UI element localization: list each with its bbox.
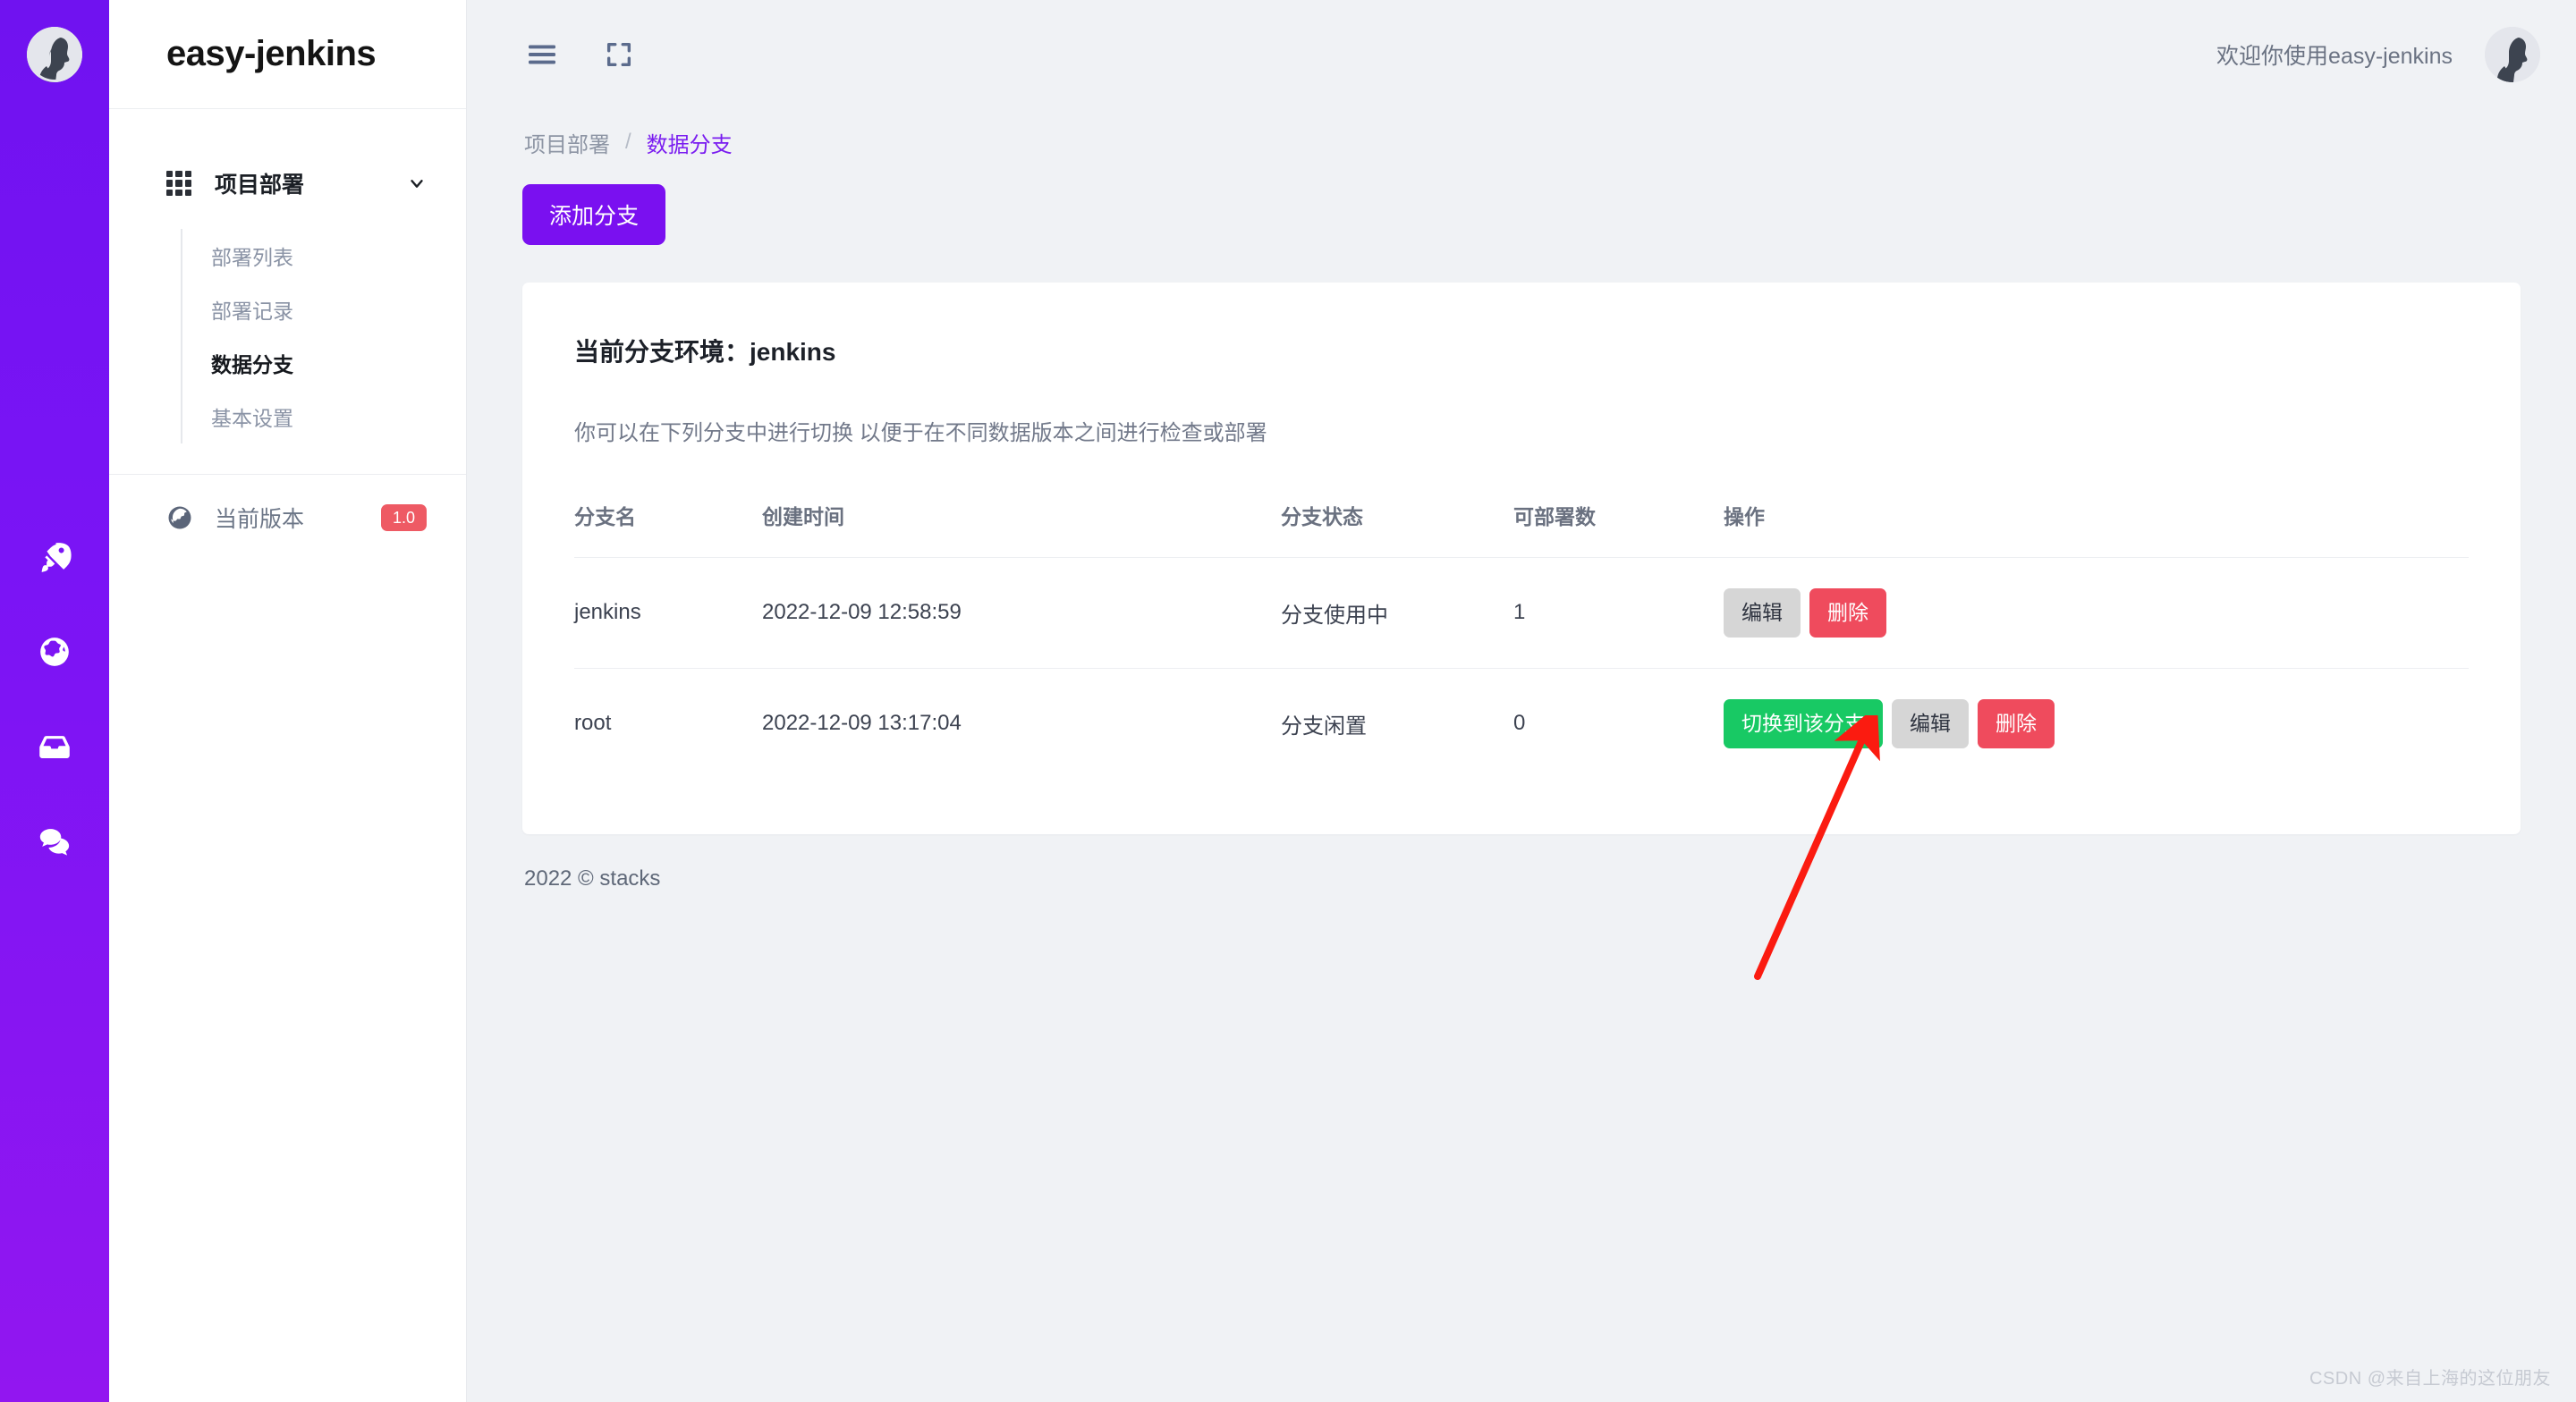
table-row: root 2022-12-09 13:17:04 分支闲置 0 切换到该分支 编… (574, 668, 2469, 778)
app-root: easy-jenkins 项目部署 部署列表 部署记录 数据分支 基本设置 当前… (0, 0, 2576, 1402)
chat-icon (38, 824, 72, 863)
rail-item-rocket[interactable] (34, 538, 75, 579)
cell-deploy-count: 0 (1513, 711, 1526, 736)
branch-table: 分支名 创建时间 分支状态 可部署数 操作 jenkins 2022-12-09… (574, 500, 2469, 779)
switch-to-branch-button[interactable]: 切换到该分支 (1724, 698, 1883, 748)
avatar[interactable] (2485, 27, 2540, 82)
breadcrumb-current[interactable]: 数据分支 (647, 127, 733, 158)
chevron-down-icon[interactable] (407, 173, 427, 193)
sidebar-brand: easy-jenkins (109, 0, 466, 109)
table-row: jenkins 2022-12-09 12:58:59 分支使用中 1 编辑 删… (574, 557, 2469, 669)
column-header-branch-name: 分支名 (574, 500, 762, 558)
nav-group-project-deploy: 项目部署 部署列表 部署记录 数据分支 基本设置 (109, 109, 466, 443)
edit-button[interactable]: 编辑 (1724, 588, 1801, 638)
nav-group-header[interactable]: 项目部署 (109, 157, 466, 209)
card-title: 当前分支环境：jenkins (574, 338, 836, 366)
column-header-branch-status: 分支状态 (1281, 500, 1513, 558)
cell-branch-name: root (574, 711, 612, 736)
brand-title: easy-jenkins (166, 34, 377, 73)
icon-rail (0, 0, 109, 1402)
nav-sub-list: 部署列表 部署记录 数据分支 基本设置 (181, 229, 466, 443)
sidebar-item-label: 数据分支 (211, 353, 293, 376)
cell-branch-name: jenkins (574, 557, 762, 669)
footer-copyright: 2022 © stacks (524, 866, 661, 891)
inbox-icon (38, 730, 72, 768)
column-header-actions: 操作 (1724, 500, 2469, 558)
table-body: jenkins 2022-12-09 12:58:59 分支使用中 1 编辑 删… (574, 557, 2469, 779)
rail-item-inbox[interactable] (34, 728, 75, 769)
globe-icon (166, 504, 193, 531)
sidebar-item-label: 部署记录 (211, 300, 293, 323)
sidebar-item-deploy-list[interactable]: 部署列表 (182, 229, 466, 283)
column-header-deploy-count: 可部署数 (1513, 500, 1724, 558)
row-action-group: 编辑 删除 (1724, 588, 2469, 638)
card-description: 你可以在下列分支中进行切换 以便于在不同数据版本之间进行检查或部署 (574, 421, 1267, 445)
welcome-text: 欢迎你使用easy-jenkins (2216, 44, 2453, 69)
topbar: 欢迎你使用easy-jenkins (467, 0, 2576, 109)
cell-actions: 编辑 删除 (1724, 557, 2469, 669)
nav-group-label: 项目部署 (215, 173, 305, 198)
rocket-icon (38, 540, 72, 579)
edit-button[interactable]: 编辑 (1892, 698, 1969, 748)
branch-card: 当前分支环境：jenkins 你可以在下列分支中进行切换 以便于在不同数据版本之… (522, 283, 2521, 834)
sidebar: easy-jenkins 项目部署 部署列表 部署记录 数据分支 基本设置 当前… (109, 0, 467, 1402)
user-avatar-icon (2485, 27, 2540, 82)
delete-button[interactable]: 删除 (1809, 588, 1886, 638)
sidebar-item-label: 当前版本 (215, 507, 305, 532)
cell-actions: 切换到该分支 编辑 删除 (1724, 668, 2469, 778)
content-area: 项目部署 / 数据分支 添加分支 当前分支环境：jenkins 你可以在下列分支… (467, 109, 2576, 1402)
avatar[interactable] (27, 27, 82, 82)
sidebar-item-deploy-records[interactable]: 部署记录 (182, 283, 466, 336)
cell-branch-status: 分支闲置 (1281, 714, 1367, 739)
sidebar-item-label: 部署列表 (211, 246, 293, 269)
sidebar-item-data-branch[interactable]: 数据分支 (182, 336, 466, 390)
add-branch-button[interactable]: 添加分支 (522, 184, 666, 245)
rail-item-chat[interactable] (34, 823, 75, 864)
cell-created-time: 2022-12-09 12:58:59 (762, 557, 1281, 669)
column-header-created-time: 创建时间 (762, 500, 1281, 558)
grid-icon (166, 171, 191, 196)
user-avatar-icon (27, 27, 82, 82)
cell-created-time: 2022-12-09 13:17:04 (762, 711, 962, 736)
row-action-group: 切换到该分支 编辑 删除 (1724, 698, 2469, 748)
rail-item-globe[interactable] (34, 633, 75, 674)
watermark: CSDN @来自上海的这位朋友 (2309, 1369, 2551, 1389)
rail-avatar-wrap (0, 0, 109, 109)
delete-button[interactable]: 删除 (1978, 698, 2055, 748)
globe-icon (38, 635, 72, 673)
sidebar-item-basic-settings[interactable]: 基本设置 (182, 390, 466, 443)
breadcrumb-root[interactable]: 项目部署 (524, 127, 610, 158)
cell-branch-status: 分支使用中 (1281, 557, 1513, 669)
cell-deploy-count: 1 (1513, 557, 1724, 669)
breadcrumb-separator: / (625, 130, 631, 154)
rail-icon-list (34, 538, 75, 864)
breadcrumb: 项目部署 / 数据分支 (522, 109, 2521, 157)
table-header-row: 分支名 创建时间 分支状态 可部署数 操作 (574, 500, 2469, 558)
version-badge: 1.0 (380, 504, 427, 531)
sidebar-item-current-version[interactable]: 当前版本 1.0 (109, 475, 466, 561)
hamburger-menu-icon[interactable] (522, 35, 562, 74)
table-head: 分支名 创建时间 分支状态 可部署数 操作 (574, 500, 2469, 558)
main-area: 欢迎你使用easy-jenkins 项目部署 / 数据分支 添加分支 当前分支环… (467, 0, 2576, 1402)
fullscreen-icon[interactable] (599, 35, 639, 74)
sidebar-item-label: 基本设置 (211, 407, 293, 430)
